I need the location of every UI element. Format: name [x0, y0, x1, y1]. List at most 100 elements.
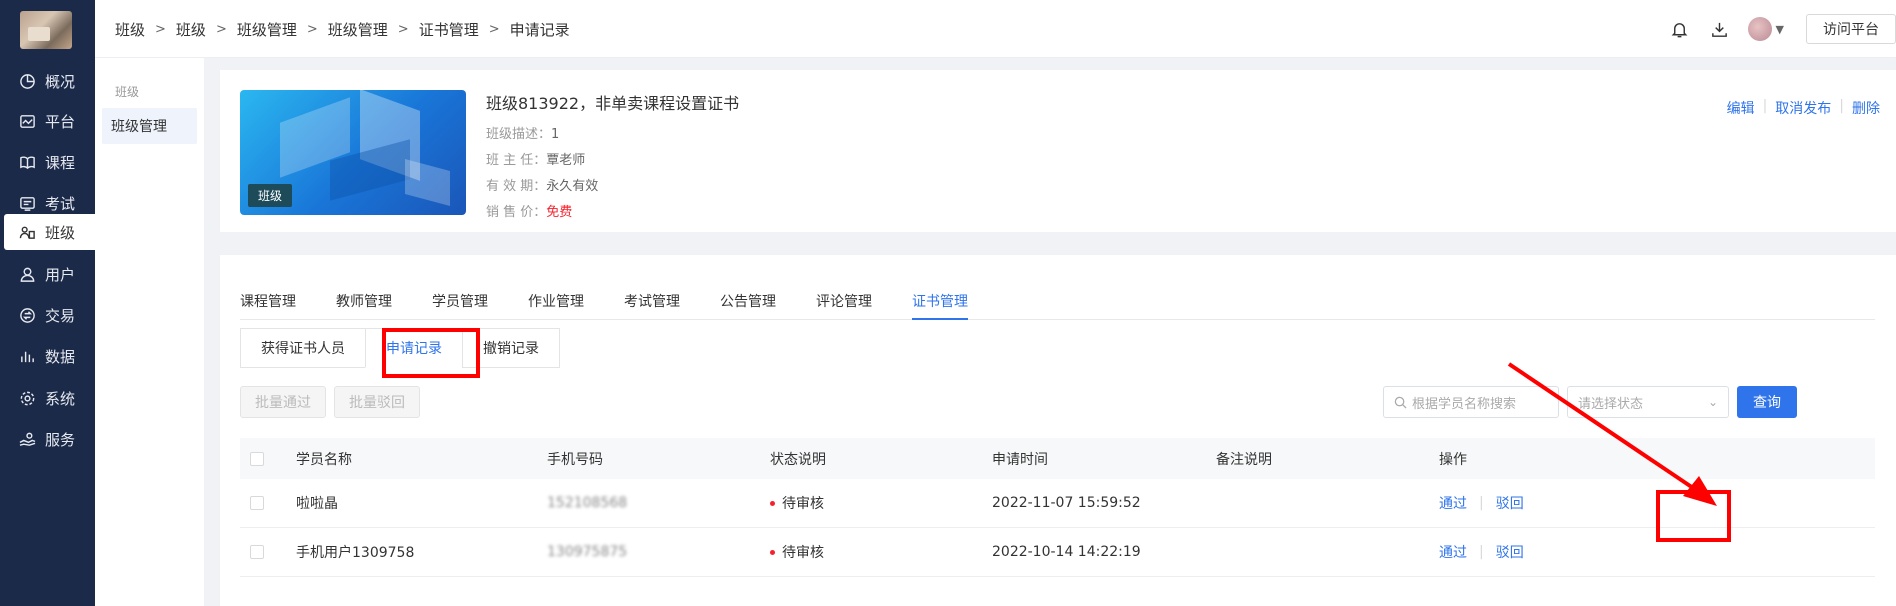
class-price-row: 销 售 价：免费: [486, 200, 739, 226]
sidebar-item-overview[interactable]: 概况: [4, 63, 95, 99]
divider: |: [1762, 98, 1768, 114]
col-name: 学员名称: [296, 451, 352, 468]
pie-chart-icon: [18, 72, 36, 90]
status-dot: [770, 500, 775, 506]
tab-certificate[interactable]: 证书管理: [912, 285, 968, 320]
sidebar-item-label: 服务: [45, 430, 76, 449]
subtab-certified[interactable]: 获得证书人员: [240, 328, 366, 368]
sidebar-item-user[interactable]: 用户: [4, 256, 95, 292]
management-card: 课程管理 教师管理 学员管理 作业管理 考试管理 公告管理 评论管理 证书管理 …: [220, 255, 1896, 606]
gear-icon: [18, 389, 36, 407]
visit-platform-button[interactable]: 访问平台: [1806, 14, 1896, 44]
breadcrumb-item[interactable]: 班级: [176, 19, 206, 40]
sidebar-item-label: 概况: [45, 72, 76, 91]
sidebar-item-label: 系统: [45, 389, 76, 408]
subnav-group-title: 班级: [115, 85, 140, 99]
sidebar-item-label: 用户: [45, 265, 76, 284]
divider: |: [1479, 495, 1484, 511]
approve-link[interactable]: 通过: [1439, 493, 1467, 513]
breadcrumb: 班级 > 班级 > 班级管理 > 班级管理 > 证书管理 > 申请记录: [115, 0, 570, 58]
class-info-card: 班级 班级813922，非单卖课程设置证书 班级描述：1 班 主 任：覃老师 有…: [220, 70, 1896, 232]
reject-link[interactable]: 驳回: [1496, 493, 1524, 513]
col-actions: 操作: [1439, 451, 1467, 468]
sidebar-item-label: 数据: [45, 347, 76, 366]
tab-student[interactable]: 学员管理: [432, 285, 488, 320]
search-placeholder: 根据学员名称搜索: [1412, 396, 1517, 412]
data-icon: [18, 347, 36, 365]
status-placeholder: 请选择状态: [1578, 396, 1644, 412]
reject-link[interactable]: 驳回: [1496, 542, 1524, 562]
secondary-sidebar: 班级 班级管理: [95, 58, 204, 606]
query-button[interactable]: 查询: [1737, 386, 1797, 418]
row-checkbox[interactable]: [250, 545, 264, 559]
sidebar-item-system[interactable]: 系统: [4, 380, 95, 416]
row-checkbox[interactable]: [250, 496, 264, 510]
edit-link[interactable]: 编辑: [1727, 98, 1755, 118]
tab-comment[interactable]: 评论管理: [816, 285, 872, 320]
delete-link[interactable]: 删除: [1852, 98, 1880, 118]
col-note: 备注说明: [1216, 451, 1272, 468]
row-label: 有 效 期：: [486, 179, 547, 194]
subtab-revoked[interactable]: 撤销记录: [462, 328, 560, 368]
status-badge: 待审核: [770, 528, 824, 576]
sidebar-item-course[interactable]: 课程: [4, 144, 95, 180]
breadcrumb-item[interactable]: 班级管理: [237, 19, 297, 40]
class-validity-row: 有 效 期：永久有效: [486, 174, 739, 200]
breadcrumb-item[interactable]: 证书管理: [419, 19, 479, 40]
unpublish-link[interactable]: 取消发布: [1775, 98, 1831, 118]
header-actions: ▼ 访问平台: [1668, 0, 1896, 58]
col-time: 申请时间: [992, 451, 1048, 468]
sidebar-item-service[interactable]: 服务: [4, 421, 95, 457]
subtab-applications[interactable]: 申请记录: [365, 328, 463, 368]
status-dot: [770, 549, 775, 555]
main-sidebar: 概况 平台 课程 考试 班级 用户 交易 数据 系统 服务: [0, 0, 95, 606]
book-icon: [18, 153, 36, 171]
select-all-checkbox[interactable]: [250, 451, 264, 466]
logo-avatar[interactable]: [20, 11, 72, 49]
bell-icon[interactable]: [1668, 17, 1692, 41]
tab-course[interactable]: 课程管理: [240, 285, 296, 320]
service-icon: [18, 430, 36, 448]
status-badge: 待审核: [770, 479, 824, 527]
sidebar-item-trade[interactable]: 交易: [4, 297, 95, 333]
table-row: 手机用户1309758 130975875 待审核 2022-10-14 14:…: [240, 528, 1875, 577]
batch-reject-button[interactable]: 批量驳回: [334, 386, 420, 418]
sidebar-item-platform[interactable]: 平台: [4, 103, 95, 139]
top-header: 班级 > 班级 > 班级管理 > 班级管理 > 证书管理 > 申请记录 ▼ 访问…: [95, 0, 1896, 58]
download-icon[interactable]: [1708, 17, 1732, 41]
sidebar-item-label: 考试: [45, 194, 76, 213]
divider: |: [1479, 544, 1484, 560]
class-icon: [18, 223, 36, 241]
status-select[interactable]: 请选择状态 ⌄: [1567, 386, 1729, 418]
class-desc-row: 班级描述：1: [486, 122, 739, 148]
approve-link[interactable]: 通过: [1439, 542, 1467, 562]
sidebar-item-label: 平台: [45, 112, 76, 131]
chevron-down-icon[interactable]: ▼: [1776, 23, 1784, 36]
student-name: 啦啦晶: [296, 496, 338, 512]
user-avatar[interactable]: [1747, 17, 1772, 41]
row-actions: 通过 | 驳回: [1439, 479, 1524, 527]
divider: |: [1839, 98, 1844, 114]
student-phone: 130975875: [547, 544, 628, 560]
col-status: 状态说明: [770, 451, 826, 468]
batch-pass-button[interactable]: 批量通过: [240, 386, 326, 418]
table-header: 学员名称 手机号码 状态说明 申请时间 备注说明 操作: [240, 438, 1875, 479]
tab-homework[interactable]: 作业管理: [528, 285, 584, 320]
class-title: 班级813922，非单卖课程设置证书: [486, 94, 740, 113]
student-search-input[interactable]: 根据学员名称搜索: [1383, 386, 1559, 418]
breadcrumb-item[interactable]: 班级: [115, 19, 145, 40]
class-cover-image: 班级: [240, 90, 466, 215]
tab-teacher[interactable]: 教师管理: [336, 285, 392, 320]
class-card-actions: 编辑 | 取消发布 | 删除: [1727, 98, 1880, 118]
sidebar-item-data[interactable]: 数据: [4, 338, 95, 374]
management-tabs: 课程管理 教师管理 学员管理 作业管理 考试管理 公告管理 评论管理 证书管理: [240, 285, 1875, 320]
row-value: 1: [551, 127, 560, 142]
student-name: 手机用户1309758: [296, 545, 415, 561]
sidebar-item-class[interactable]: 班级: [4, 214, 95, 250]
tab-notice[interactable]: 公告管理: [720, 285, 776, 320]
tab-exam[interactable]: 考试管理: [624, 285, 680, 320]
breadcrumb-item[interactable]: 班级管理: [328, 19, 388, 40]
apply-time: 2022-11-07 15:59:52: [992, 495, 1141, 511]
subnav-item-class-management[interactable]: 班级管理: [102, 108, 197, 144]
cover-tag: 班级: [248, 184, 293, 207]
